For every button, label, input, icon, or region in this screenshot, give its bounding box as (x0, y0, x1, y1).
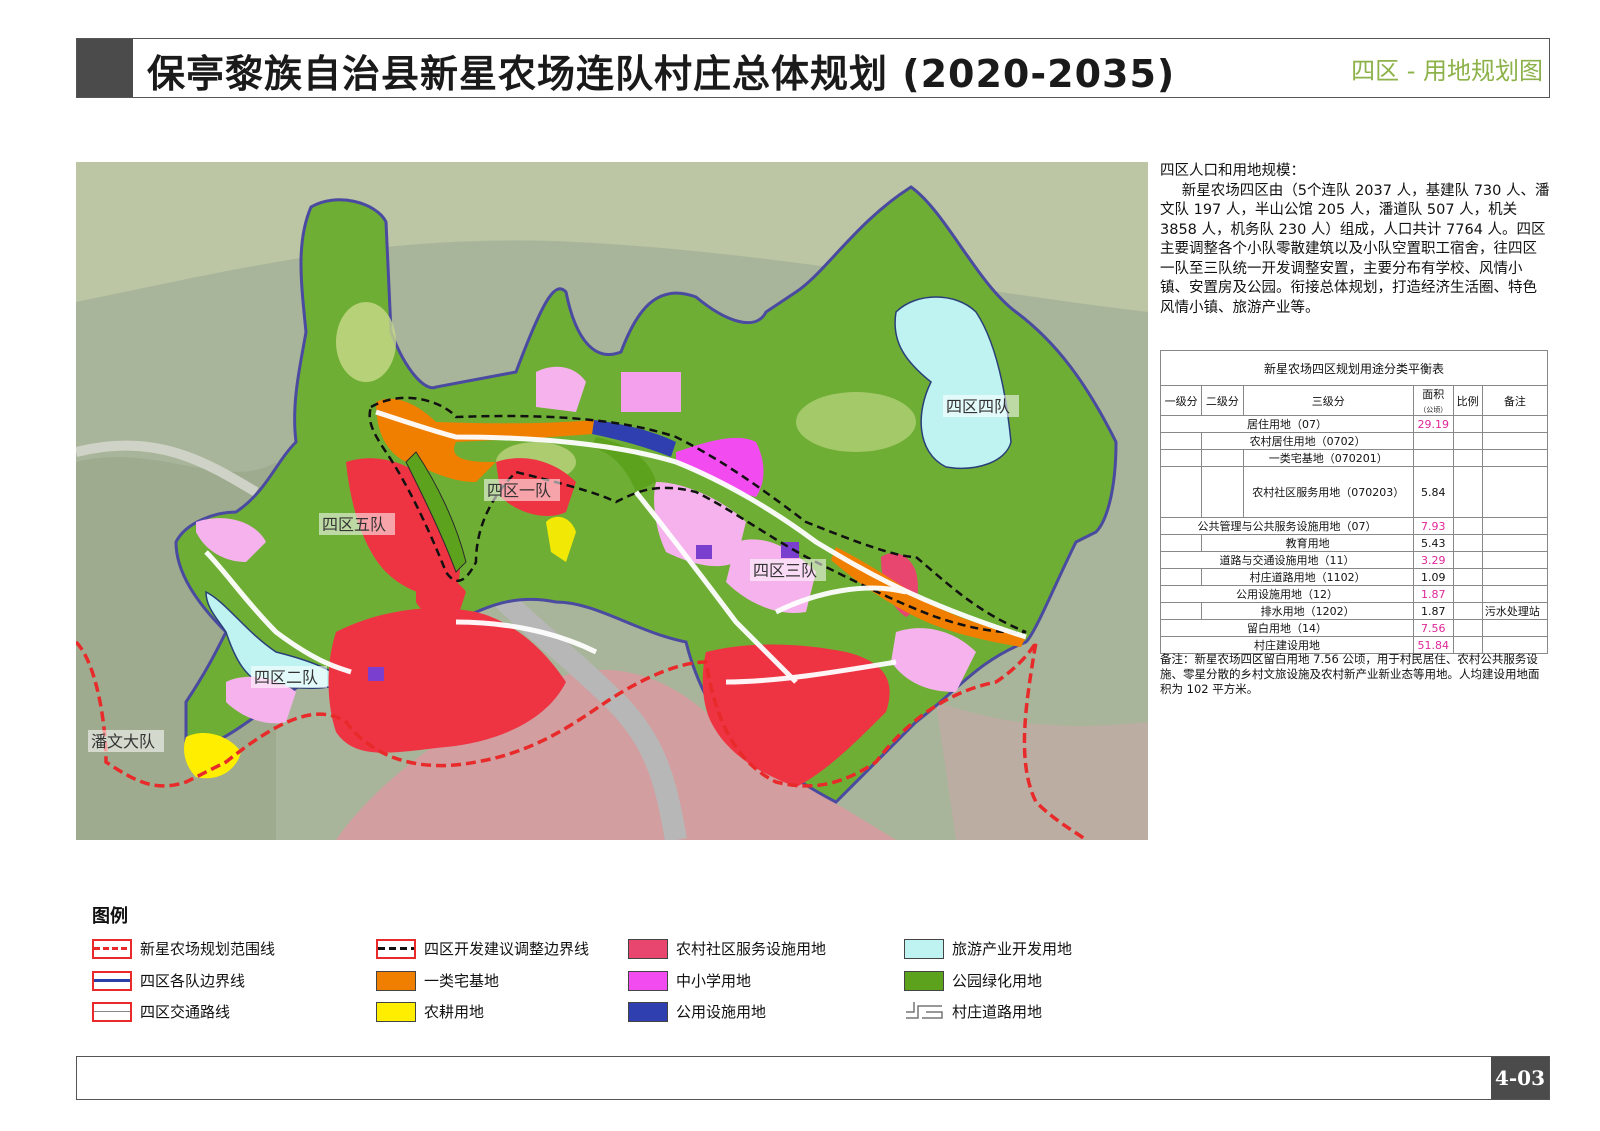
legend-item-utility: 公用设施用地 (628, 1001, 766, 1022)
land-use-balance-table: 新星农场四区规划用途分类平衡表 一级分 二级分 三级分 面积 （公顷） 比例 备注… (1159, 350, 1549, 654)
red-dashed-boundary-icon (92, 938, 132, 959)
legend-item-adjustment-boundary: 四区开发建议调整边界线 (376, 938, 589, 959)
map-canvas: 四区四队 四区一队 四区五队 四区三队 四区二队 潘文大队 (74, 162, 1148, 842)
th-level1: 一级分 (1159, 385, 1203, 416)
page-subtitle: 四区 - 用地规划图 (1351, 57, 1543, 85)
label-team3: 四区三队 (753, 561, 817, 580)
legend-item-team-boundary: 四区各队边界线 (92, 970, 245, 991)
label-team5: 四区五队 (322, 515, 386, 534)
table-row: 农村居住用地（0702） (1159, 432, 1549, 450)
label-panwen: 潘文大队 (91, 732, 155, 751)
table-row: 留白用地（14） 7.56 (1160, 619, 1549, 637)
label-team2: 四区二队 (254, 668, 318, 687)
label-team4: 四区四队 (946, 397, 1010, 416)
tourism-swatch-icon (904, 938, 944, 959)
table-row: 一类宅基地（070201） (1159, 449, 1549, 467)
table-row: 村庄建设用地 51.84 (1160, 636, 1549, 654)
page-title: 保亭黎族自治县新星农场连队村庄总体规划 (2020-2035) (147, 52, 1176, 96)
black-dashed-boundary-icon (376, 938, 416, 959)
table-row: 教育用地 5.43 (1159, 534, 1549, 552)
th-area: 面积 （公顷） (1412, 385, 1454, 416)
park-swatch-icon (904, 970, 944, 991)
table-row: 道路与交通设施用地（11） 3.29 (1160, 551, 1549, 569)
blue-line-icon (92, 970, 132, 991)
page-number: 4-03 (1491, 1057, 1549, 1099)
legend-item-homestead: 一类宅基地 (376, 970, 499, 991)
legend-item-school: 中小学用地 (628, 970, 751, 991)
homestead-swatch-icon (376, 970, 416, 991)
table-row: 居住用地（07） 29.19 (1160, 415, 1549, 433)
legend-item-road: 四区交通路线 (92, 1001, 230, 1022)
land-use-map: 四区四队 四区一队 四区五队 四区三队 四区二队 潘文大队 (74, 162, 1148, 842)
legend-item-park: 公园绿化用地 (904, 970, 1042, 991)
table-row: 公共管理与公共服务设施用地（07） 7.93 (1160, 517, 1549, 535)
legend-item-planning-boundary: 新星农场规划范围线 (92, 938, 275, 959)
table-row: 公用设施用地（12） 1.87 (1160, 585, 1549, 603)
utility-swatch-icon (628, 1001, 668, 1022)
th-level2: 二级分 (1201, 385, 1244, 416)
title-block-decoration (77, 39, 133, 97)
farming-swatch-icon (376, 1001, 416, 1022)
table-caption: 新星农场四区规划用途分类平衡表 (1160, 350, 1548, 386)
population-description: 四区人口和用地规模： 新星农场四区由（5个连队 2037 人，基建队 730 人… (1160, 162, 1550, 318)
village-road-icon (904, 999, 944, 1022)
school-swatch-icon (628, 970, 668, 991)
legend-item-farming: 农耕用地 (376, 1001, 484, 1022)
legend-item-village-road: 村庄道路用地 (904, 999, 1042, 1022)
table-row: 村庄道路用地（1102） 1.09 (1159, 568, 1549, 586)
legend-item-community-service: 农村社区服务设施用地 (628, 938, 826, 959)
th-ratio: 比例 (1452, 385, 1483, 416)
title-bar: 保亭黎族自治县新星农场连队村庄总体规划 (2020-2035) 四区 - 用地规… (76, 38, 1550, 98)
legend-title: 图例 (92, 906, 128, 927)
label-team1: 四区一队 (487, 481, 551, 500)
description-body: 新星农场四区由（5个连队 2037 人，基建队 730 人、潘文队 197 人，… (1160, 182, 1550, 316)
road-line-icon (92, 1001, 132, 1022)
th-remark: 备注 (1481, 385, 1549, 416)
table-note: 备注：新星农场四区留白用地 7.56 公顷，用于村民居住、农村公共服务设施、零星… (1160, 652, 1540, 696)
table-row: 排水用地（1202） 1.87 污水处理站 (1159, 602, 1549, 620)
legend-item-tourism: 旅游产业开发用地 (904, 938, 1072, 959)
description-heading: 四区人口和用地规模： (1160, 163, 1305, 179)
th-level3: 三级分 (1242, 385, 1414, 416)
community-service-swatch-icon (628, 938, 668, 959)
table-row: 农村社区服务用地（070203） 5.84 (1159, 466, 1549, 518)
footer-bar: 4-03 (76, 1056, 1550, 1100)
